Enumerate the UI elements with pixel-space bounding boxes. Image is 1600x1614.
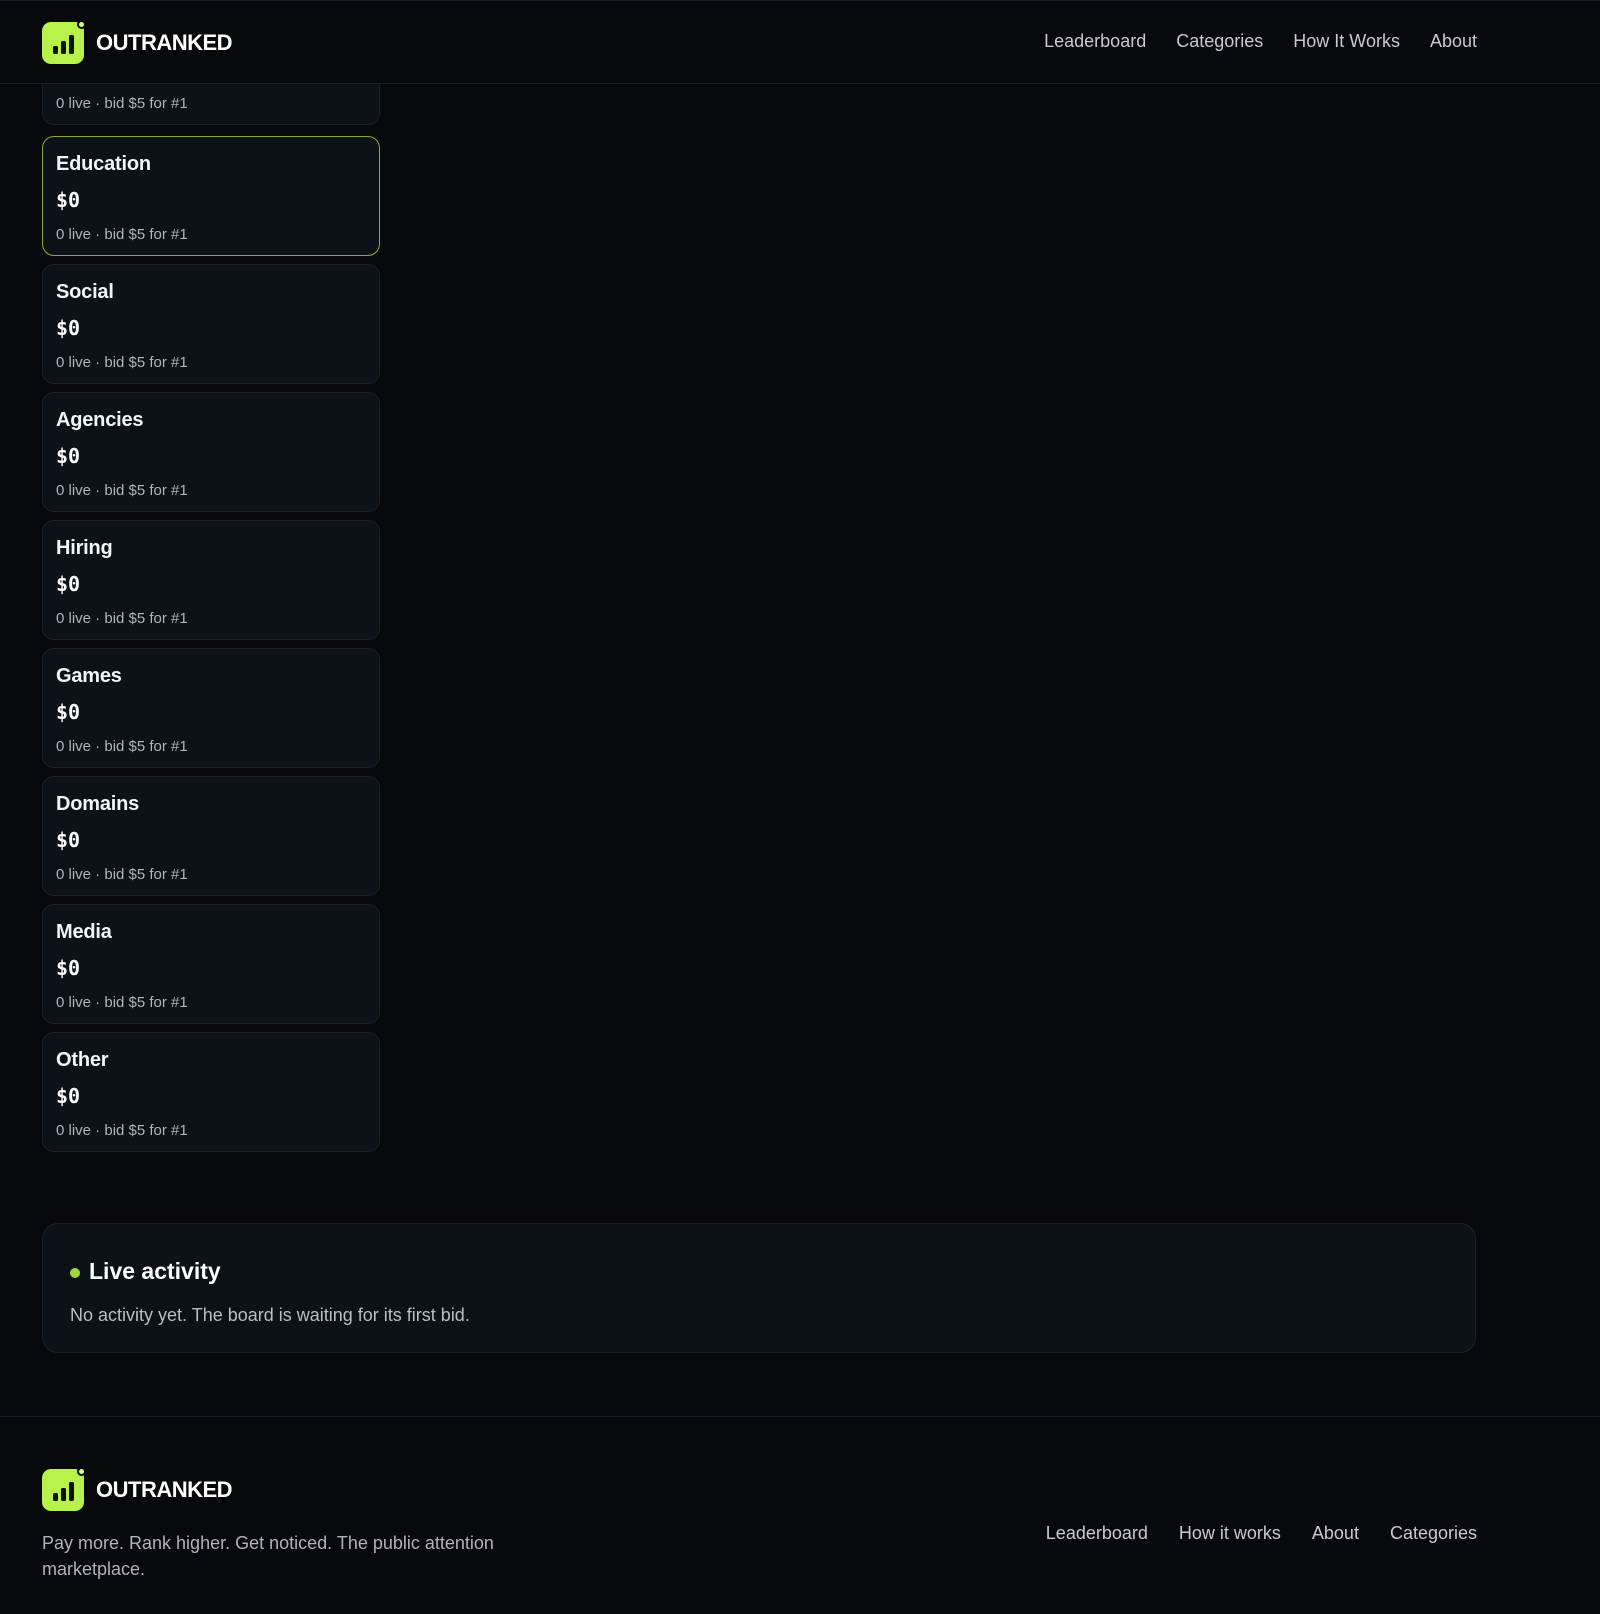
category-card-other[interactable]: Other $0 0 live · bid $5 for #1 <box>42 1032 380 1152</box>
footer-brand-link[interactable]: OUTRANKED <box>42 1467 233 1511</box>
main-nav: Leaderboard Categories How It Works Abou… <box>1044 31 1477 52</box>
category-price: $0 <box>56 828 81 852</box>
category-card-education[interactable]: Education $0 0 live · bid $5 for #1 <box>42 136 380 256</box>
brand-name: OUTRANKED <box>96 30 233 55</box>
category-price: $0 <box>56 444 81 468</box>
category-meta: 0 live · bid $5 for #1 <box>56 1122 188 1139</box>
live-activity-title: Live activity <box>89 1258 221 1284</box>
bar-chart-logo-icon <box>42 20 86 64</box>
category-meta: 0 live · bid $5 for #1 <box>56 866 188 883</box>
site-footer: OUTRANKED Pay more. Rank higher. Get not… <box>0 1416 1600 1614</box>
category-card-games[interactable]: Games $0 0 live · bid $5 for #1 <box>42 648 380 768</box>
category-name: Games <box>56 665 122 687</box>
category-card-media[interactable]: Media $0 0 live · bid $5 for #1 <box>42 904 380 1024</box>
category-name: Other <box>56 1049 109 1071</box>
category-price: $0 <box>56 956 81 980</box>
nav-how-it-works[interactable]: How It Works <box>1293 31 1400 52</box>
category-meta: 0 live · bid $5 for #1 <box>56 226 188 243</box>
category-name: Domains <box>56 793 140 815</box>
nav-categories[interactable]: Categories <box>1176 31 1263 52</box>
category-meta: 0 live · bid $5 for #1 <box>56 738 188 755</box>
nav-leaderboard[interactable]: Leaderboard <box>1044 31 1146 52</box>
category-price: $0 <box>56 188 81 212</box>
category-price: $0 <box>56 700 81 724</box>
category-card-social[interactable]: Social $0 0 live · bid $5 for #1 <box>42 264 380 384</box>
footer-nav-how-it-works[interactable]: How it works <box>1179 1523 1281 1544</box>
category-name: Social <box>56 281 114 303</box>
category-meta: 0 live · bid $5 for #1 <box>56 482 188 499</box>
category-name: Agencies <box>56 409 144 431</box>
category-meta: 0 live · bid $5 for #1 <box>56 354 188 371</box>
category-price: $0 <box>56 316 81 340</box>
footer-nav: Leaderboard How it works About Categorie… <box>1046 1523 1477 1544</box>
live-activity-panel: Live activity No activity yet. The board… <box>42 1223 1476 1353</box>
category-name: Media <box>56 921 112 943</box>
category-meta: 0 live · bid $5 for #1 <box>56 994 188 1011</box>
footer-tagline: Pay more. Rank higher. Get noticed. The … <box>42 1533 494 1579</box>
category-price: $0 <box>56 1084 81 1108</box>
brand-home-link[interactable]: OUTRANKED <box>42 20 233 64</box>
category-card-agencies[interactable]: Agencies $0 0 live · bid $5 for #1 <box>42 392 380 512</box>
footer-nav-leaderboard[interactable]: Leaderboard <box>1046 1523 1148 1544</box>
bar-chart-logo-icon <box>42 1467 86 1511</box>
category-meta: 0 live · bid $5 for #1 <box>56 610 188 627</box>
footer-nav-about[interactable]: About <box>1312 1523 1359 1544</box>
nav-about[interactable]: About <box>1430 31 1477 52</box>
activity-empty-message: No activity yet. The board is waiting fo… <box>70 1305 470 1325</box>
live-indicator-icon <box>70 1268 80 1278</box>
footer-nav-categories[interactable]: Categories <box>1390 1523 1477 1544</box>
category-price: $0 <box>56 572 81 596</box>
category-meta: 0 live · bid $5 for #1 <box>56 95 188 112</box>
category-card-hiring[interactable]: Hiring $0 0 live · bid $5 for #1 <box>42 520 380 640</box>
category-name: Hiring <box>56 537 113 559</box>
category-card-domains[interactable]: Domains $0 0 live · bid $5 for #1 <box>42 776 380 896</box>
footer-brand-name: OUTRANKED <box>96 1477 233 1502</box>
category-name: Education <box>56 153 151 175</box>
top-navigation-bar: OUTRANKED Leaderboard Categories How It … <box>0 0 1600 84</box>
